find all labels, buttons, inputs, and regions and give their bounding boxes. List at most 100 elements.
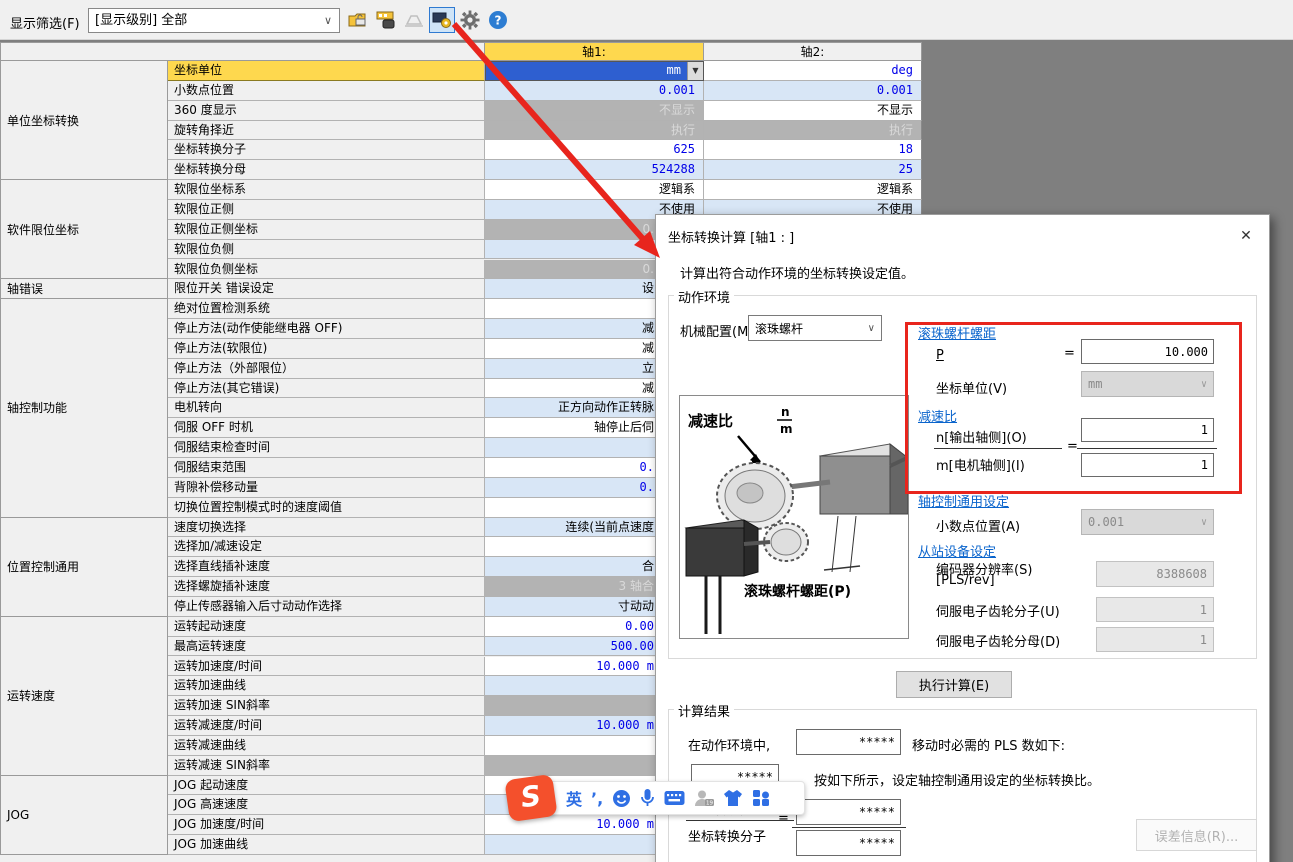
dropdown-button[interactable]: ▼: [687, 62, 703, 80]
param-name-cell[interactable]: JOG 起动速度: [168, 776, 485, 796]
param-name-cell[interactable]: 停止方法(其它错误): [168, 379, 485, 399]
param-name-cell[interactable]: 运转减速度/时间: [168, 716, 485, 736]
execute-calc-button[interactable]: 执行计算(E): [896, 671, 1012, 698]
axis2-value-cell[interactable]: 执行: [704, 121, 922, 141]
table-row: 坐标转换分母52428825: [168, 160, 922, 180]
toolbox-grid-icon[interactable]: [752, 789, 770, 807]
param-name-cell[interactable]: 运转加速 SIN斜率: [168, 696, 485, 716]
param-name-cell[interactable]: 软限位正侧: [168, 200, 485, 220]
param-name-cell[interactable]: 坐标单位: [168, 61, 485, 81]
unit-value: mm: [1088, 377, 1102, 391]
coordinate-calc-button[interactable]: [429, 7, 455, 33]
error-info-button[interactable]: 误差信息(R)...: [1136, 819, 1257, 851]
param-name-cell[interactable]: 停止传感器输入后寸动动作选择: [168, 597, 485, 617]
axis2-value-cell[interactable]: 不显示: [704, 101, 922, 121]
param-name-cell[interactable]: 伺服 OFF 时机: [168, 418, 485, 438]
param-name-cell[interactable]: 软限位正侧坐标: [168, 220, 485, 240]
sogou-logo-icon[interactable]: S: [504, 774, 557, 822]
m-motor-input[interactable]: 1: [1081, 453, 1214, 477]
param-name-cell[interactable]: 运转减速 SIN斜率: [168, 756, 485, 776]
param-name-cell[interactable]: 伺服结束检查时间: [168, 438, 485, 458]
param-name-cell[interactable]: 停止方法（外部限位）: [168, 359, 485, 379]
emoji-icon[interactable]: [612, 789, 631, 808]
result-line1-post: 移动时必需的 PLS 数如下:: [912, 735, 1065, 754]
axis2-value-cell[interactable]: 逻辑系: [704, 180, 922, 200]
axis1-value-cell[interactable]: mm▼: [485, 61, 704, 81]
pitch-input[interactable]: 10.000: [1081, 339, 1214, 364]
axis-calc-icon: [432, 11, 452, 29]
param-name-cell[interactable]: 选择螺旋插补速度: [168, 577, 485, 597]
axis1-value-cell[interactable]: 625: [485, 140, 704, 160]
decimal-select[interactable]: 0.001 ∨: [1081, 509, 1214, 535]
graph-button[interactable]: [401, 7, 427, 33]
axis2-value-cell[interactable]: 0.001: [704, 81, 922, 101]
p-equals: =: [1064, 346, 1075, 361]
dialog-title: 坐标转换计算 [轴1 : ]: [668, 227, 794, 246]
n-output-input[interactable]: 1: [1081, 418, 1214, 442]
display-level-select[interactable]: [显示级别] 全部 ∨: [88, 8, 340, 33]
param-name-cell[interactable]: 360 度显示: [168, 101, 485, 121]
env-group-label: 动作环境: [674, 287, 734, 306]
axis2-value-cell[interactable]: deg: [704, 61, 922, 81]
param-name-cell[interactable]: 软限位负侧: [168, 240, 485, 260]
axis2-value-cell[interactable]: 18: [704, 140, 922, 160]
param-name-cell[interactable]: 运转加速曲线: [168, 676, 485, 696]
module-config-button[interactable]: [373, 7, 399, 33]
param-name-cell[interactable]: 停止方法(动作使能继电器 OFF): [168, 319, 485, 339]
param-name-cell[interactable]: 运转起动速度: [168, 617, 485, 637]
unit-label: 坐标单位(V): [936, 378, 1007, 397]
param-name-cell[interactable]: 最高运转速度: [168, 637, 485, 657]
axis1-value-cell[interactable]: 524288: [485, 160, 704, 180]
param-name-cell[interactable]: JOG 高速速度: [168, 795, 485, 815]
param-name-cell[interactable]: 电机转向: [168, 398, 485, 418]
table-row: 坐标转换分子62518: [168, 140, 922, 160]
param-name-cell[interactable]: 绝对位置检测系统: [168, 299, 485, 319]
reduction-ratio-link[interactable]: 减速比: [918, 406, 957, 425]
frac-bottom-input: *****: [796, 830, 901, 856]
header-axis1[interactable]: 轴1:: [485, 42, 704, 61]
category-cell: 位置控制通用: [0, 518, 168, 617]
chevron-down-icon: ∨: [1201, 517, 1207, 528]
help-button[interactable]: ?: [485, 7, 511, 33]
axis1-value-cell[interactable]: 不显示: [485, 101, 704, 121]
close-icon[interactable]: ✕: [1234, 225, 1258, 247]
param-name-cell[interactable]: 限位开关 错误设定: [168, 279, 485, 299]
param-name-cell[interactable]: 旋转角择近: [168, 121, 485, 141]
param-name-cell[interactable]: 背隙补偿移动量: [168, 478, 485, 498]
axis-common-link[interactable]: 轴控制通用设定: [918, 491, 1009, 510]
param-name-cell[interactable]: JOG 加速度/时间: [168, 815, 485, 835]
param-name-cell[interactable]: 速度切换选择: [168, 518, 485, 538]
microphone-icon[interactable]: [640, 788, 655, 808]
param-name-cell[interactable]: 运转减速曲线: [168, 736, 485, 756]
param-name-cell[interactable]: 选择加/减速设定: [168, 537, 485, 557]
param-name-cell[interactable]: 小数点位置: [168, 81, 485, 101]
param-name-cell[interactable]: 坐标转换分母: [168, 160, 485, 180]
axis2-value-cell[interactable]: 25: [704, 160, 922, 180]
param-name-cell[interactable]: 运转加速度/时间: [168, 657, 485, 677]
param-name-cell[interactable]: 伺服结束范围: [168, 458, 485, 478]
param-name-cell[interactable]: JOG 加速曲线: [168, 835, 485, 855]
keyboard-icon[interactable]: [664, 790, 685, 806]
ballscrew-pitch-link[interactable]: 滚珠螺杆螺距: [918, 323, 996, 342]
param-name-cell[interactable]: 软限位坐标系: [168, 180, 485, 200]
axis1-value-cell[interactable]: 执行: [485, 121, 704, 141]
settings-button[interactable]: [457, 7, 483, 33]
axis1-value-cell[interactable]: 逻辑系: [485, 180, 704, 200]
param-name-cell[interactable]: 停止方法(软限位): [168, 339, 485, 359]
chevron-down-icon: ∨: [1201, 379, 1207, 390]
ime-punctuation[interactable]: ’,: [591, 789, 603, 808]
param-name-cell[interactable]: 切换位置控制模式时的速度阈值: [168, 498, 485, 518]
unit-select[interactable]: mm ∨: [1081, 371, 1214, 397]
param-name-cell[interactable]: 坐标转换分子: [168, 140, 485, 160]
param-name-cell[interactable]: 选择直线插补速度: [168, 557, 485, 577]
folder-unlock-button[interactable]: [345, 7, 371, 33]
shirt-skin-icon[interactable]: [723, 789, 743, 807]
user-badge-icon[interactable]: 19: [694, 789, 714, 808]
slave-device-link[interactable]: 从站设备设定: [918, 541, 996, 560]
ime-mode-english[interactable]: 英: [566, 786, 582, 810]
header-axis2[interactable]: 轴2:: [704, 42, 922, 61]
machine-config-select[interactable]: 滚珠螺杆 ∨: [748, 315, 882, 341]
axis1-value-cell[interactable]: 0.001: [485, 81, 704, 101]
decimal-label: 小数点位置(A): [936, 516, 1020, 535]
param-name-cell[interactable]: 软限位负侧坐标: [168, 260, 485, 280]
